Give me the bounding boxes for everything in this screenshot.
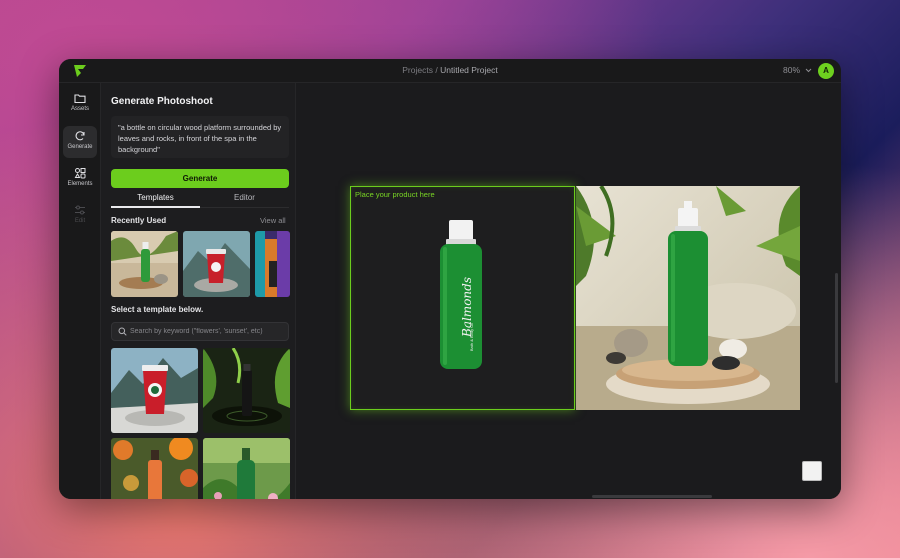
- zoom-value: 80%: [783, 65, 801, 75]
- sliders-icon: [75, 205, 85, 215]
- breadcrumb-separator: /: [432, 65, 441, 75]
- rail-label-edit: Edit: [74, 218, 86, 224]
- horizontal-scrollbar[interactable]: [592, 495, 712, 498]
- chevron-down-icon: [806, 68, 812, 73]
- tab-editor[interactable]: Editor: [200, 193, 289, 208]
- template-search[interactable]: [111, 322, 289, 341]
- panel-title: Generate Photoshoot: [111, 96, 213, 107]
- rail-item-edit[interactable]: Edit: [63, 200, 97, 232]
- recent-template-bottle[interactable]: [111, 231, 178, 297]
- generate-panel: Generate Photoshoot "a bottle on circula…: [101, 83, 296, 499]
- generated-result-image[interactable]: [576, 186, 800, 410]
- template-card-red-cup[interactable]: [111, 348, 198, 433]
- template-card-green-bottle[interactable]: [203, 438, 290, 499]
- breadcrumb-projects[interactable]: Projects: [402, 65, 433, 75]
- search-icon: [118, 327, 127, 336]
- generate-button[interactable]: Generate: [111, 169, 289, 188]
- rail-label-elements: Elements: [67, 181, 93, 187]
- breadcrumb: Projects / Untitled Project: [59, 65, 841, 75]
- minimap-widget[interactable]: [802, 461, 822, 481]
- refresh-icon: [75, 131, 85, 141]
- rail-item-assets[interactable]: Assets: [63, 89, 97, 121]
- product-bottle-image[interactable]: Balmonds Bath & Body Oil: [351, 187, 576, 411]
- template-preview-image: [111, 438, 198, 499]
- template-preview-image: [111, 348, 198, 433]
- template-preview-image: [255, 231, 290, 297]
- rail-item-generate[interactable]: Generate: [63, 126, 97, 158]
- prompt-textarea[interactable]: "a bottle on circular wood platform surr…: [111, 116, 289, 158]
- template-preview-image: [111, 231, 178, 297]
- user-avatar[interactable]: A: [818, 63, 834, 79]
- bottle-subtitle-text: Bath & Body Oil: [469, 323, 474, 351]
- left-rail: Assets Generate Elements Edit: [59, 83, 101, 499]
- vertical-scrollbar[interactable]: [835, 273, 838, 383]
- folder-icon: [74, 94, 86, 104]
- rail-label-generate: Generate: [67, 144, 93, 150]
- recent-template-cup[interactable]: [183, 231, 250, 297]
- template-card-flowers[interactable]: [111, 438, 198, 499]
- generated-photo: [576, 186, 800, 410]
- select-template-heading: Select a template below.: [111, 305, 204, 314]
- recently-used-heading: Recently Used: [111, 216, 167, 225]
- search-input[interactable]: [130, 325, 286, 338]
- rail-label-assets: Assets: [70, 106, 89, 112]
- zoom-dropdown[interactable]: 80%: [783, 65, 812, 75]
- view-all-link[interactable]: View all: [260, 216, 286, 225]
- rail-item-elements[interactable]: Elements: [63, 163, 97, 195]
- top-bar: Projects / Untitled Project 80% A: [59, 59, 841, 83]
- tab-templates[interactable]: Templates: [111, 193, 200, 208]
- canvas-area[interactable]: Place your product here Balmonds Bath & …: [296, 83, 841, 499]
- template-preview-image: [183, 231, 250, 297]
- template-preview-image: [203, 438, 290, 499]
- product-drop-zone[interactable]: Place your product here Balmonds Bath & …: [350, 186, 575, 410]
- project-name[interactable]: Untitled Project: [440, 65, 498, 75]
- template-preview-image: [203, 348, 290, 433]
- app-window: Projects / Untitled Project 80% A Assets…: [59, 59, 841, 499]
- recent-template-neon[interactable]: [255, 231, 290, 297]
- shapes-icon: [74, 168, 86, 179]
- template-card-dark-water[interactable]: [203, 348, 290, 433]
